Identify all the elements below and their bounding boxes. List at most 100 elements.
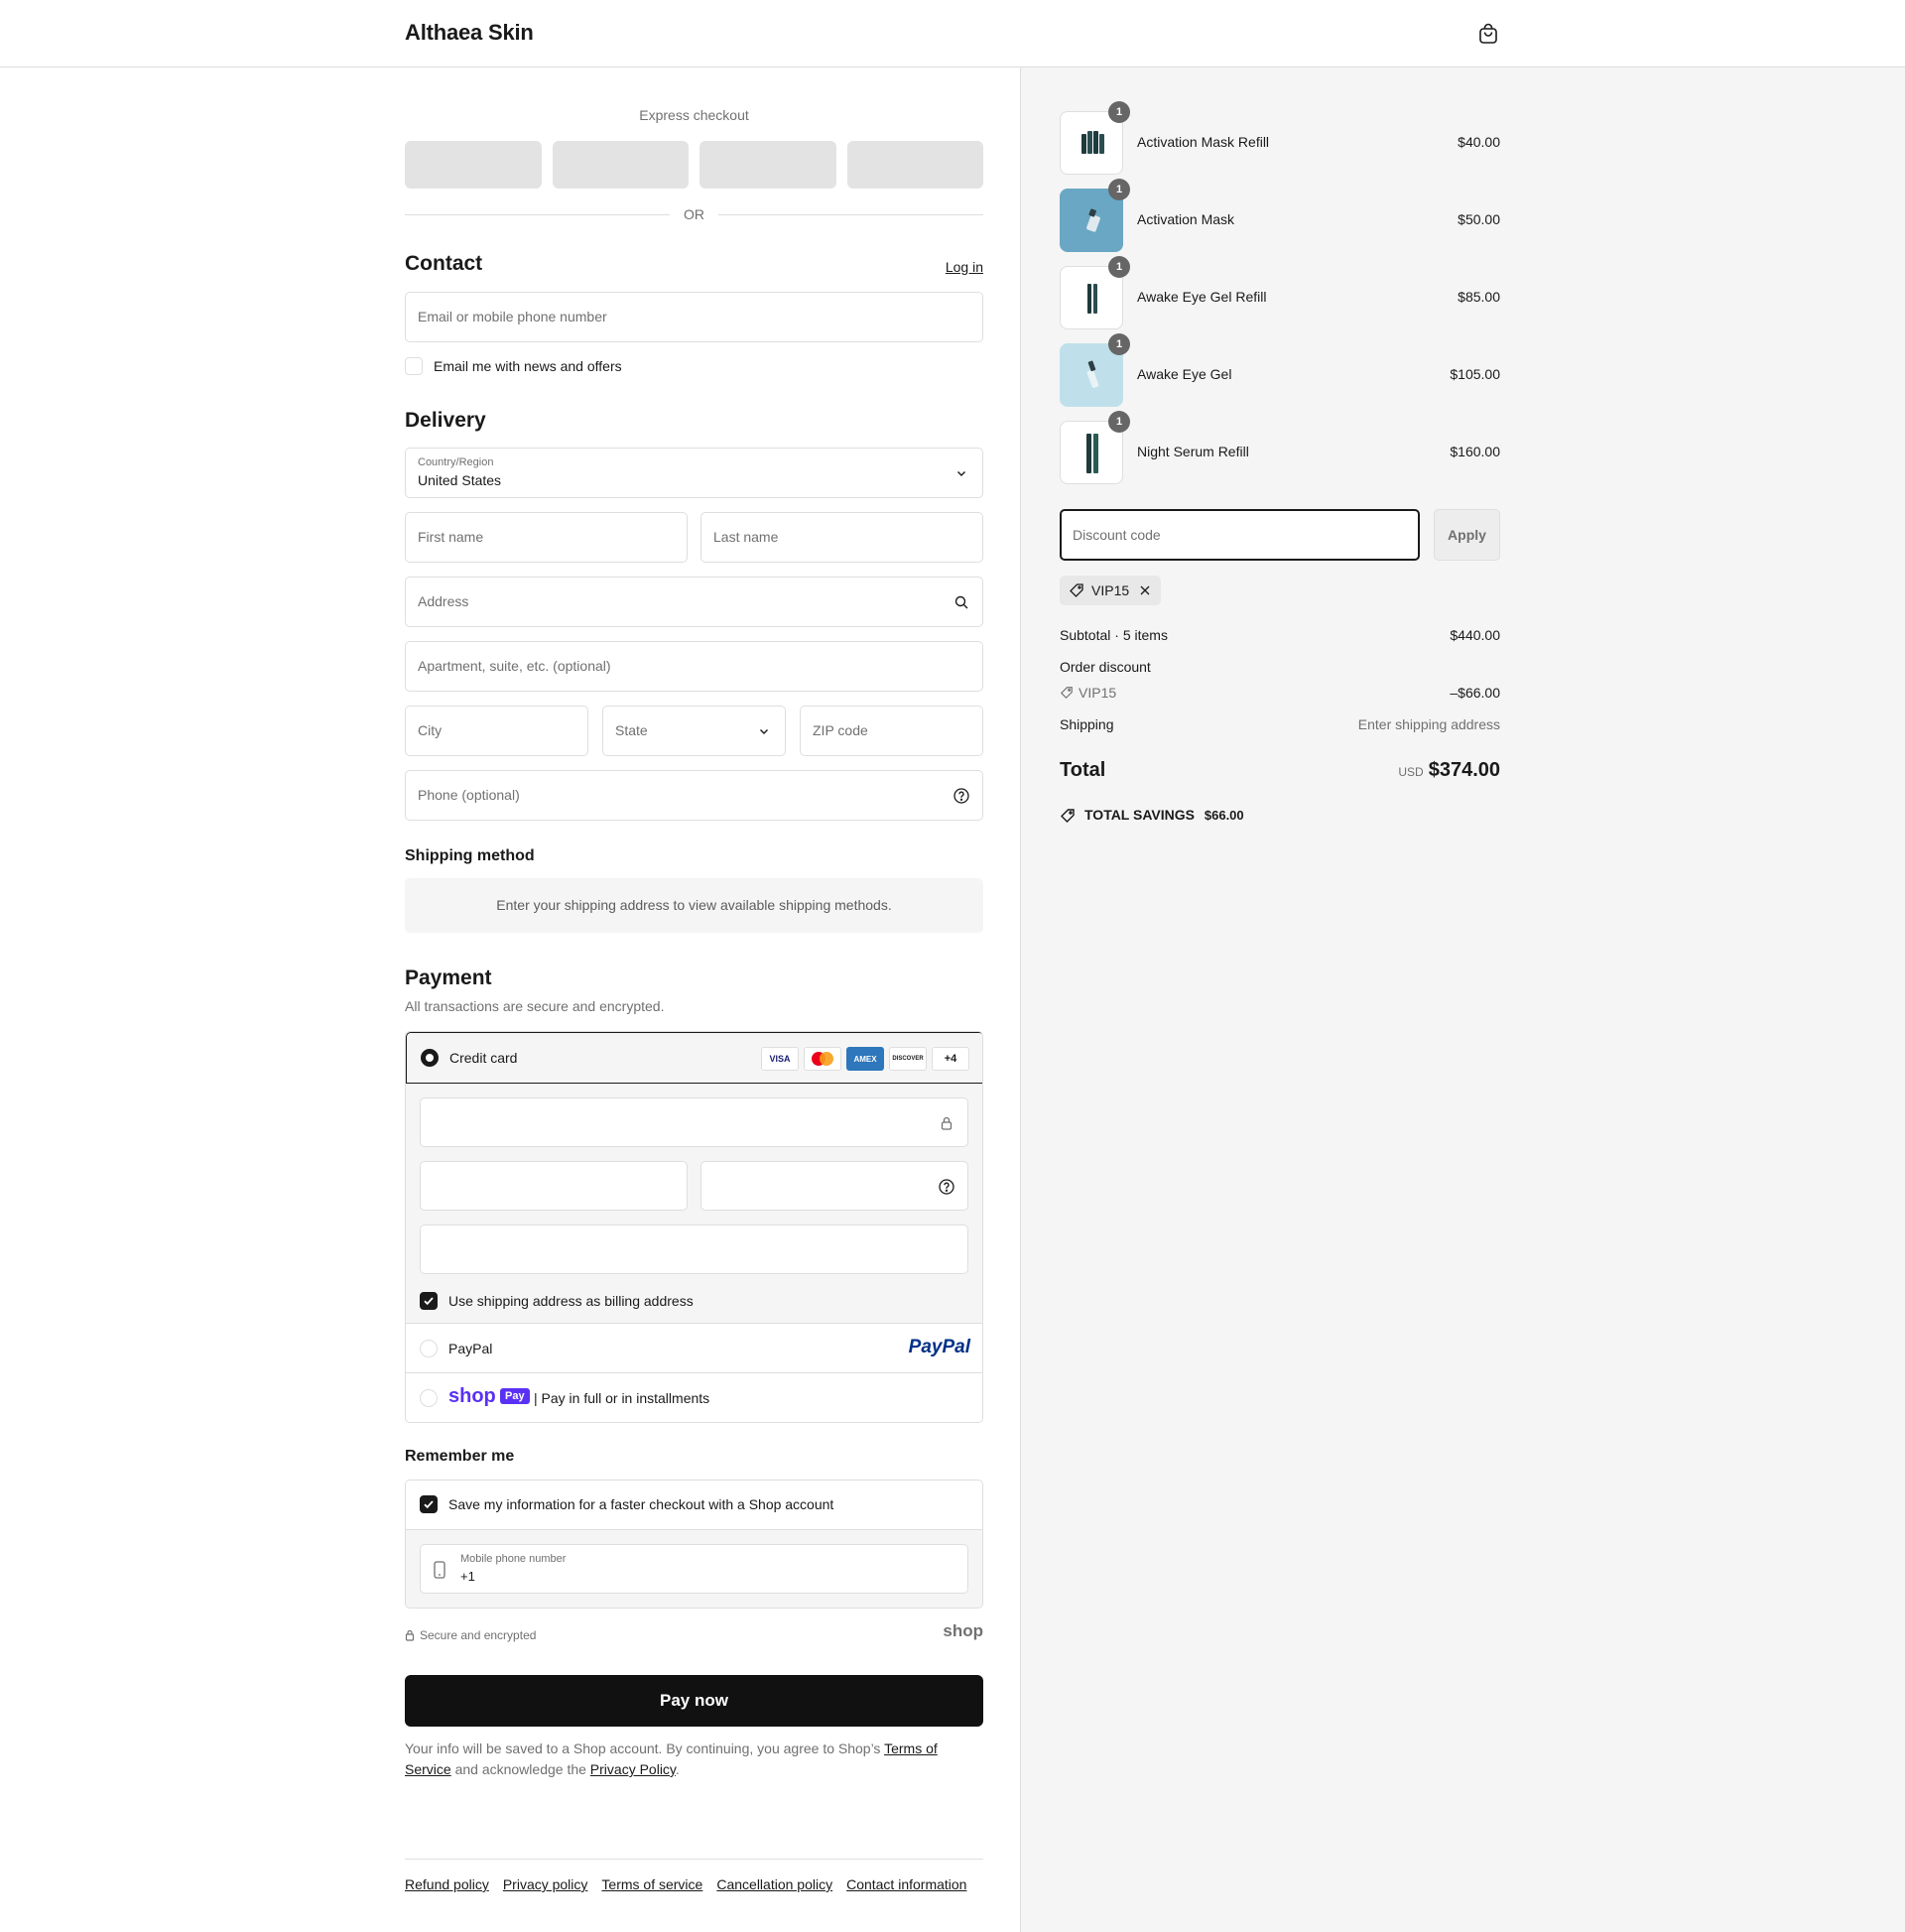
item-name: Night Serum Refill [1137,444,1249,459]
express-button-2[interactable] [552,141,689,189]
country-select[interactable]: Country/Region United States [405,448,983,498]
discount-code-row: VIP15 –$66.00 [1060,685,1500,701]
discount-code-input[interactable]: Discount code [1060,509,1420,561]
item-name: Activation Mask [1137,211,1235,227]
header: Althaea Skin [0,0,1905,67]
phone-field[interactable]: Phone (optional) [405,770,983,821]
applied-discount-code: VIP15 [1091,582,1130,598]
shipping-method-heading: Shipping method [405,847,535,864]
help-icon[interactable] [938,1178,955,1196]
state-placeholder: State [615,722,648,738]
discount-value: –$66.00 [1450,685,1500,701]
paypal-label: PayPal [448,1341,493,1356]
email-field[interactable]: Email or mobile phone number [405,292,983,342]
zip-field[interactable]: ZIP code [800,706,983,756]
express-button-1[interactable] [405,141,542,189]
terms-of-service-footer-link[interactable]: Terms of service [601,1876,702,1892]
mobile-section: Mobile phone number +1 [406,1529,982,1608]
express-button-3[interactable] [699,141,836,189]
payment-methods: Credit card VISA AMEX DISCOVER +4 Use sh… [405,1031,983,1423]
cart-item: 1 Activation Mask Refill $40.00 [1060,101,1500,175]
pay-now-button[interactable]: Pay now [405,1675,983,1727]
close-icon[interactable] [1139,584,1151,596]
shop-pay-radio[interactable] [420,1389,438,1407]
privacy-policy-footer-link[interactable]: Privacy policy [503,1876,588,1892]
secure-label: Secure and encrypted [420,1628,537,1642]
last-name-placeholder: Last name [713,529,779,545]
mobile-phone-icon [434,1561,445,1579]
news-checkbox[interactable] [405,357,423,375]
state-select[interactable]: State [602,706,786,756]
address-field[interactable]: Address [405,577,983,627]
refund-policy-link[interactable]: Refund policy [405,1876,489,1892]
shop-pay-logo: shop [448,1385,496,1407]
city-field[interactable]: City [405,706,588,756]
billing-same-label: Use shipping address as billing address [448,1293,694,1309]
news-label: Email me with news and offers [434,358,622,374]
shop-pay-text: | Pay in full or in installments [534,1390,710,1406]
mobile-phone-field[interactable]: Mobile phone number +1 [420,1544,968,1594]
shop-pay-option[interactable]: shop Pay | Pay in full or in installment… [406,1373,982,1422]
order-discount-row: Order discount [1060,659,1500,675]
security-code-field[interactable] [700,1161,968,1211]
mobile-phone-label: Mobile phone number [460,1553,567,1565]
apartment-field[interactable]: Apartment, suite, etc. (optional) [405,641,983,692]
item-price: $50.00 [1458,211,1500,227]
item-price: $40.00 [1458,134,1500,150]
credit-card-label: Credit card [449,1050,518,1066]
discount-code-placeholder: Discount code [1073,527,1161,543]
item-price: $85.00 [1458,289,1500,305]
card-brands: VISA AMEX DISCOVER +4 [761,1047,969,1071]
footer-links: Refund policy Privacy policy Terms of se… [405,1876,966,1892]
express-button-4[interactable] [846,141,983,189]
total-label: Total [1060,759,1106,781]
card-number-field[interactable] [420,1097,968,1147]
total-savings-value: $66.00 [1204,808,1244,823]
tag-icon [1061,809,1075,823]
cancellation-policy-link[interactable]: Cancellation policy [716,1876,832,1892]
shop-logo: shop [943,1621,983,1640]
contact-information-link[interactable]: Contact information [846,1876,966,1892]
express-checkout-buttons [405,141,983,189]
credit-card-radio[interactable] [421,1049,439,1067]
first-name-field[interactable]: First name [405,512,688,563]
zip-placeholder: ZIP code [813,722,868,738]
expiration-date-field[interactable] [420,1161,688,1211]
billing-same-checkbox[interactable] [420,1292,438,1310]
remember-me-heading: Remember me [405,1448,515,1465]
brand-logo[interactable]: Althaea Skin [405,20,534,46]
credit-card-option[interactable]: Credit card VISA AMEX DISCOVER +4 [406,1032,982,1084]
tag-icon [1070,583,1083,597]
phone-placeholder: Phone (optional) [418,787,520,803]
mastercard-icon [804,1047,841,1071]
quantity-badge: 1 [1108,256,1130,278]
subtotal-row: Subtotal · 5 items $440.00 [1060,627,1500,643]
discover-icon: DISCOVER [889,1047,927,1071]
last-name-field[interactable]: Last name [700,512,983,563]
login-link[interactable]: Log in [946,259,983,275]
divider-line [718,214,983,215]
mobile-phone-value: +1 [460,1569,475,1584]
contact-heading: Contact [405,252,483,275]
delivery-heading: Delivery [405,409,486,432]
shipping-row: Shipping Enter shipping address [1060,716,1500,732]
paypal-radio[interactable] [420,1340,438,1357]
paypal-option[interactable]: PayPal PayPal [406,1324,982,1373]
shopping-bag-icon[interactable] [1476,22,1500,46]
chevron-down-icon [957,471,965,476]
shipping-label: Shipping [1060,716,1114,732]
privacy-policy-link[interactable]: Privacy Policy [590,1761,676,1777]
quantity-badge: 1 [1108,333,1130,355]
visa-icon: VISA [761,1047,799,1071]
save-info-checkbox[interactable] [420,1495,438,1513]
total-value: $374.00 [1428,759,1500,781]
or-divider: OR [405,206,983,222]
apply-discount-button[interactable]: Apply [1434,509,1500,561]
name-on-card-field[interactable] [420,1224,968,1274]
quantity-badge: 1 [1108,411,1130,433]
save-info-label: Save my information for a faster checkou… [448,1496,834,1512]
help-icon[interactable] [952,787,970,805]
subtotal-label: Subtotal · 5 items [1060,627,1168,643]
remember-me-box: Save my information for a faster checkou… [405,1480,983,1609]
item-price: $160.00 [1450,444,1500,459]
